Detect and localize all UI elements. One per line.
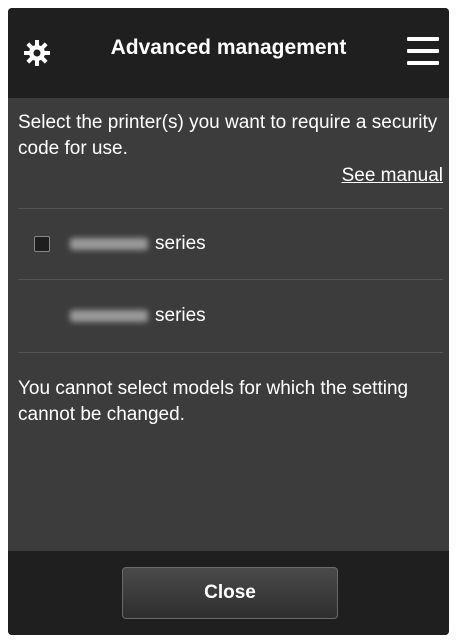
app-screen: Advanced management Select the printer(s…	[8, 8, 449, 635]
header-bar: Advanced management	[8, 8, 449, 98]
blurred-model-name	[70, 238, 148, 250]
close-button[interactable]: Close	[122, 567, 338, 619]
note-text: You cannot select models for which the s…	[18, 378, 409, 425]
printer-row: series	[18, 281, 443, 353]
instruction-text: Select the printer(s) you want to requir…	[18, 112, 438, 159]
printer-model-label: series	[155, 233, 206, 254]
hamburger-menu-icon[interactable]	[407, 35, 439, 67]
footer-bar: Close	[8, 551, 449, 635]
printer-checkbox[interactable]	[34, 236, 50, 252]
see-manual-link[interactable]: See manual	[342, 165, 443, 187]
page-title: Advanced management	[110, 36, 347, 59]
printer-model-label: series	[155, 305, 206, 326]
blurred-model-name	[70, 310, 148, 322]
printer-row[interactable]: series	[18, 208, 443, 280]
